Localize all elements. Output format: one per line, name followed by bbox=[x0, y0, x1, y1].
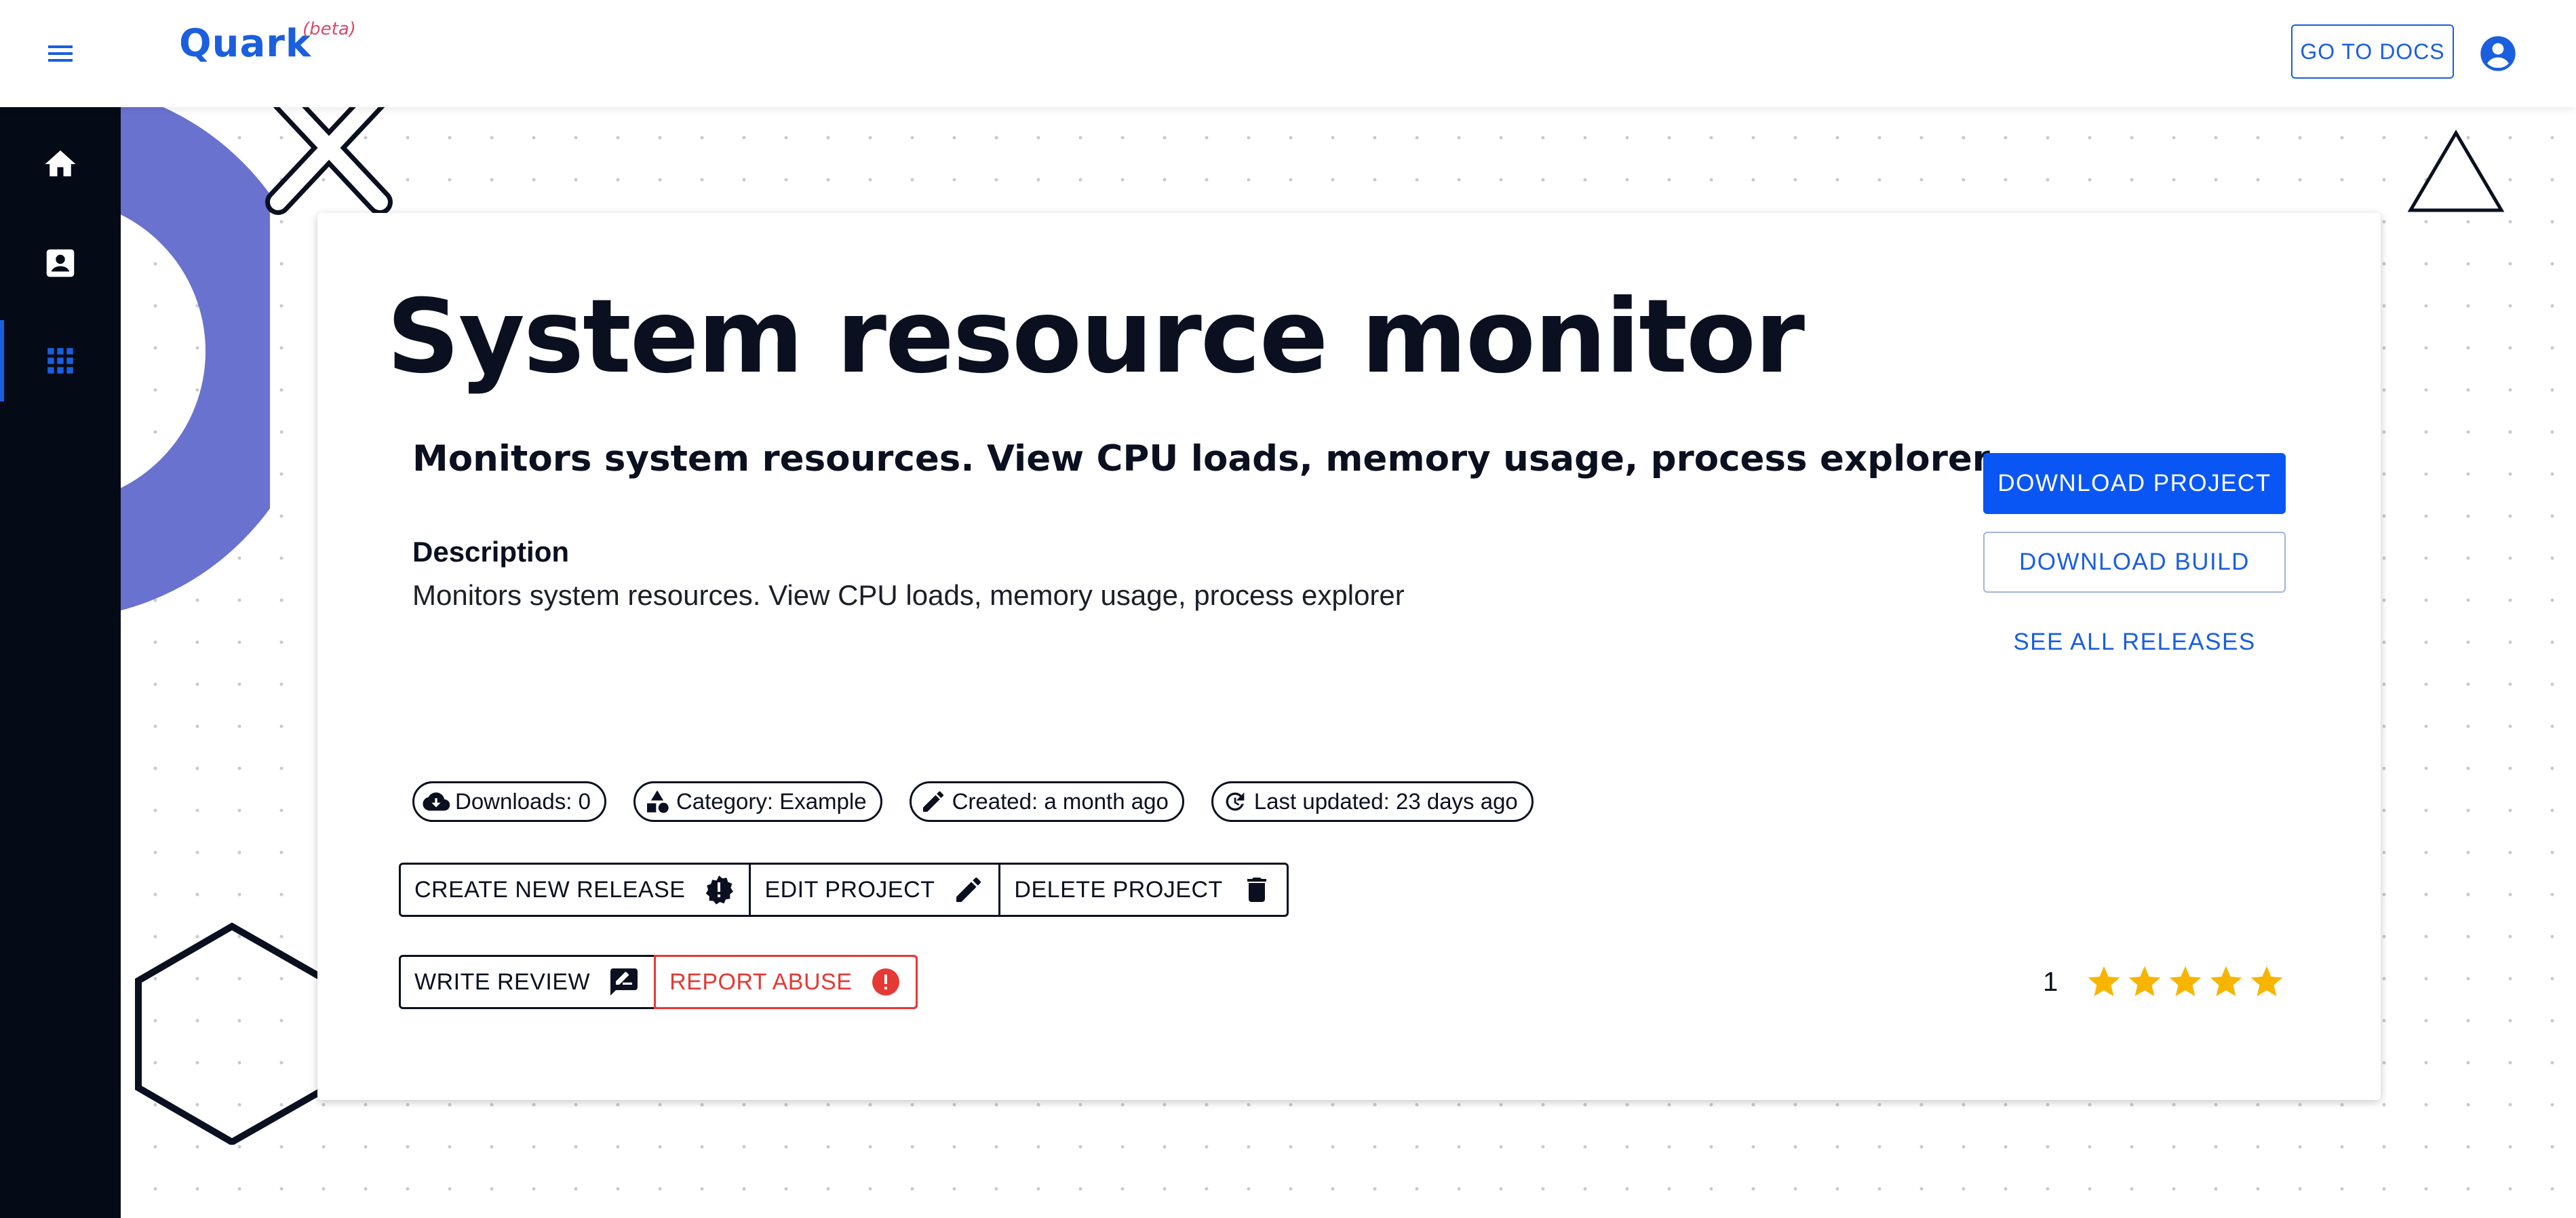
project-title: System resource monitor bbox=[387, 278, 1805, 396]
home-icon bbox=[45, 150, 76, 176]
star-icon[interactable] bbox=[2085, 963, 2123, 1001]
menu-button[interactable] bbox=[37, 30, 84, 77]
description-text: Monitors system resources. View CPU load… bbox=[412, 579, 1405, 611]
x-shape-decoration bbox=[265, 107, 393, 215]
project-summary: Monitors system resources. View CPU load… bbox=[412, 438, 1999, 479]
pencil-icon bbox=[922, 791, 943, 812]
sidebar-item-profile[interactable] bbox=[0, 222, 121, 304]
create-release-label: CREATE NEW RELEASE bbox=[414, 876, 686, 903]
account-circle-icon bbox=[2480, 36, 2516, 71]
star-icon[interactable] bbox=[2207, 963, 2245, 1001]
star-icon[interactable] bbox=[2248, 963, 2286, 1001]
sidebar-item-home[interactable] bbox=[0, 123, 121, 205]
beta-badge: (beta) bbox=[303, 19, 356, 39]
edit-project-button[interactable]: EDIT PROJECT bbox=[749, 865, 998, 915]
contact-card-icon bbox=[46, 249, 75, 277]
error-alert-icon bbox=[872, 968, 900, 996]
create-release-button[interactable]: CREATE NEW RELEASE bbox=[401, 865, 749, 915]
cloud-download-icon bbox=[423, 792, 450, 811]
hamburger-icon bbox=[48, 45, 73, 62]
delete-project-button[interactable]: DELETE PROJECT bbox=[998, 865, 1286, 915]
report-abuse-label: REPORT ABUSE bbox=[669, 968, 853, 995]
edit-project-label: EDIT PROJECT bbox=[764, 876, 935, 903]
ring-decoration bbox=[121, 107, 270, 611]
sidebar bbox=[0, 107, 121, 1218]
sidebar-item-projects[interactable] bbox=[0, 320, 121, 401]
apps-grid-icon bbox=[47, 348, 73, 374]
new-release-badge-icon bbox=[706, 876, 734, 905]
brand-logo[interactable]: Quark bbox=[179, 22, 311, 66]
star-icon[interactable] bbox=[2166, 963, 2204, 1001]
account-button[interactable] bbox=[2474, 30, 2522, 77]
triangle-decoration bbox=[2407, 130, 2505, 212]
hexagon-decoration bbox=[135, 922, 330, 1145]
trash-icon bbox=[1247, 878, 1266, 902]
go-to-docs-button[interactable]: GO TO DOCS bbox=[2291, 24, 2454, 79]
download-project-button[interactable]: DOWNLOAD PROJECT bbox=[1983, 453, 2286, 514]
feedback-actions-group: WRITE REVIEW REPORT ABUSE bbox=[399, 955, 918, 1009]
category-chip: Category: Example bbox=[633, 781, 882, 822]
description-heading: Description bbox=[412, 536, 570, 568]
star-icon[interactable] bbox=[2126, 963, 2164, 1001]
app-bar: Quark (beta) GO TO DOCS bbox=[0, 0, 2576, 107]
downloads-chip-label: Downloads: 0 bbox=[455, 789, 591, 814]
download-build-button[interactable]: DOWNLOAD BUILD bbox=[1983, 532, 2286, 593]
category-shapes-icon bbox=[646, 790, 669, 813]
update-clock-icon bbox=[1226, 792, 1245, 811]
project-meta-chips: Downloads: 0 Category: Example Created: … bbox=[412, 781, 1534, 822]
created-chip-label: Created: a month ago bbox=[952, 789, 1169, 814]
rating-widget: 1 bbox=[2043, 955, 2286, 1009]
rating-count: 1 bbox=[2043, 966, 2058, 997]
updated-chip-label: Last updated: 23 days ago bbox=[1253, 789, 1518, 814]
downloads-chip: Downloads: 0 bbox=[412, 781, 606, 822]
report-abuse-button[interactable]: REPORT ABUSE bbox=[654, 955, 918, 1009]
write-review-label: WRITE REVIEW bbox=[414, 968, 591, 995]
category-chip-label: Category: Example bbox=[676, 789, 867, 814]
rating-stars[interactable] bbox=[2085, 963, 2286, 1001]
pencil-icon bbox=[956, 877, 981, 902]
project-actions-group: CREATE NEW RELEASE EDIT PROJECT DELETE P… bbox=[399, 863, 1289, 917]
write-review-button[interactable]: WRITE REVIEW bbox=[401, 957, 654, 1007]
updated-chip: Last updated: 23 days ago bbox=[1211, 781, 1534, 822]
created-chip: Created: a month ago bbox=[909, 781, 1184, 822]
project-card: System resource monitor Monitors system … bbox=[317, 213, 2381, 1100]
see-all-releases-link[interactable]: SEE ALL RELEASES bbox=[1983, 612, 2286, 673]
delete-project-label: DELETE PROJECT bbox=[1014, 876, 1223, 903]
rate-review-icon bbox=[610, 968, 638, 996]
